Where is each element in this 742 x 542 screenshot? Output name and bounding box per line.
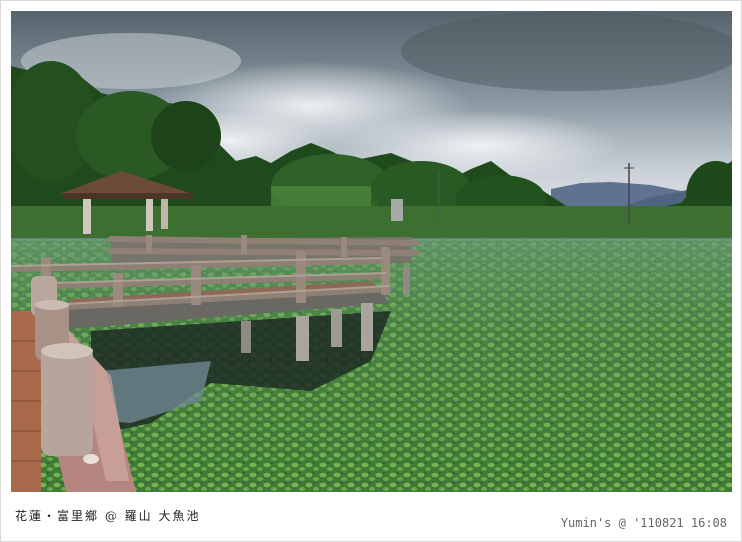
boardwalk-post	[331, 309, 342, 347]
gazebo-pillar	[146, 199, 153, 231]
signature-caption: Yumin's @ '110821 16:08	[560, 516, 727, 530]
pond-scene	[11, 11, 732, 492]
foreground-post	[41, 346, 93, 456]
boardwalk-post	[296, 316, 309, 361]
gazebo-pillar	[161, 199, 168, 229]
gazebo-pillar	[83, 199, 91, 234]
stone-marker	[391, 199, 403, 221]
foreground-post-top	[35, 300, 69, 310]
bank	[11, 206, 732, 238]
boardwalk-post	[241, 321, 251, 353]
railing-knot	[83, 454, 99, 464]
boardwalk-post	[361, 303, 373, 351]
foreground-post-top	[41, 343, 93, 359]
gazebo-roof	[63, 193, 193, 199]
boardwalk-post	[403, 267, 410, 295]
photo	[11, 11, 732, 492]
location-caption: 花蓮・富里鄉 @ 羅山 大魚池	[15, 509, 201, 523]
cloud	[401, 11, 732, 91]
tree	[151, 101, 221, 171]
photo-frame: 花蓮・富里鄉 @ 羅山 大魚池 Yumin's @ '110821 16:08	[0, 0, 742, 542]
